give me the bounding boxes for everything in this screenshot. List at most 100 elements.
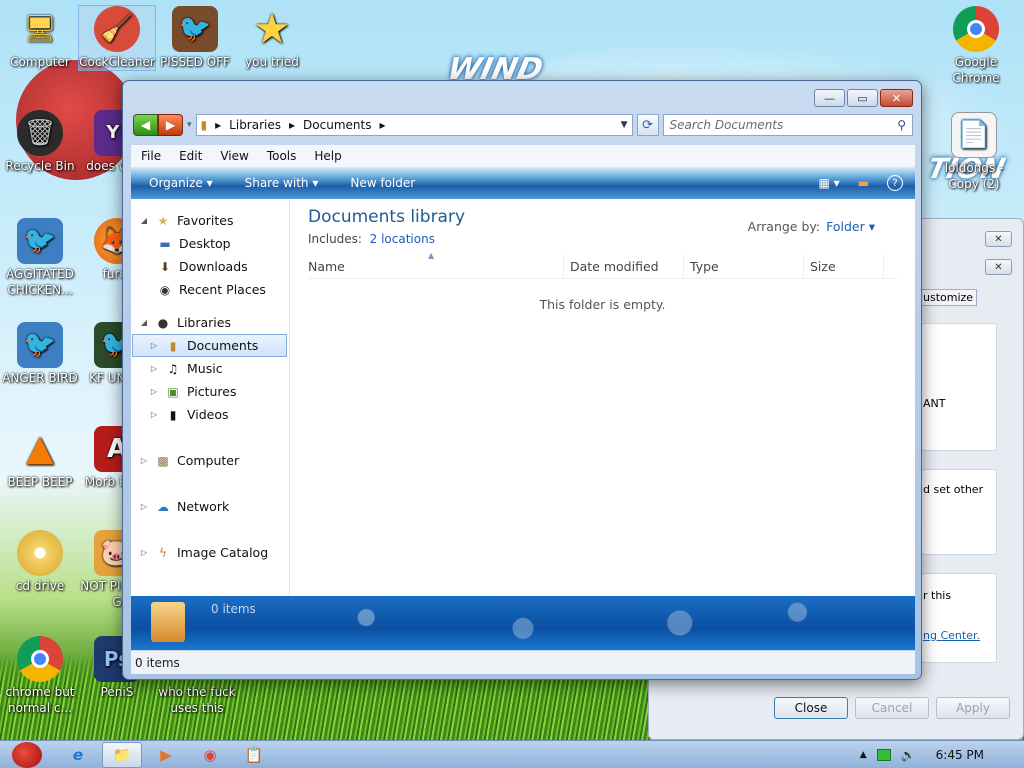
dialog-tab-customize[interactable]: ustomize bbox=[919, 289, 978, 306]
nav-recent-places[interactable]: ◉ Recent Places bbox=[131, 278, 289, 301]
taskbar-ie-button[interactable]: e bbox=[58, 742, 98, 768]
arrange-by: Arrange by: Folder ▾ bbox=[748, 219, 875, 234]
address-separator-icon[interactable]: ▸ bbox=[379, 118, 385, 132]
menu-file[interactable]: File bbox=[141, 149, 161, 163]
new-folder-button[interactable]: New folder bbox=[350, 176, 415, 190]
desktop-icon: ▬ bbox=[159, 236, 171, 251]
nav-downloads[interactable]: ⬇ Downloads bbox=[131, 255, 289, 278]
maximize-button[interactable]: ▭ bbox=[847, 89, 878, 107]
dialog-cancel-button[interactable]: Cancel bbox=[855, 697, 929, 719]
desktop-icon-google-chrome[interactable]: Google Chrome bbox=[938, 6, 1014, 86]
nav-libraries[interactable]: ◢ ● Libraries bbox=[131, 311, 289, 334]
library-icon: ▮ bbox=[200, 118, 208, 132]
show-hidden-icons-chevron-icon[interactable]: ▲ bbox=[860, 750, 867, 760]
arrange-dropdown[interactable]: Folder ▾ bbox=[826, 219, 875, 234]
computer-icon: ▩ bbox=[157, 453, 169, 468]
angry-bird-seasons-icon: 🐦 bbox=[172, 6, 218, 52]
organize-button[interactable]: Organize ▾ bbox=[149, 176, 213, 190]
collapse-arrow-icon[interactable]: ◢ bbox=[139, 318, 149, 327]
forward-button[interactable]: ▶ bbox=[158, 114, 183, 136]
nav-documents[interactable]: ▷ ▮ Documents bbox=[132, 334, 287, 357]
desktop-icon-cd-drive[interactable]: cd drive bbox=[2, 530, 78, 594]
clock[interactable]: 6:45 PM bbox=[936, 748, 984, 762]
taskbar-app-button[interactable]: 📋 bbox=[234, 742, 274, 768]
expand-arrow-icon[interactable]: ▷ bbox=[139, 502, 149, 511]
column-size[interactable]: Size bbox=[804, 255, 884, 278]
pictures-icon: ▣ bbox=[167, 384, 179, 399]
expand-arrow-icon[interactable]: ▷ bbox=[149, 387, 159, 396]
share-with-button[interactable]: Share with ▾ bbox=[245, 176, 319, 190]
nav-music[interactable]: ▷ ♫ Music bbox=[131, 357, 289, 380]
back-button[interactable]: ◀ bbox=[133, 114, 158, 136]
desktop-icon-anger-bird[interactable]: 🐦 ANGER BIRD bbox=[2, 322, 78, 386]
desktop-icon-label: who the fuck uses this bbox=[158, 685, 236, 715]
nav-network[interactable]: ▷ ☁ Network bbox=[131, 495, 289, 518]
menu-tools[interactable]: Tools bbox=[267, 149, 297, 163]
music-icon: ♫ bbox=[167, 361, 179, 376]
dialog-apply-button[interactable]: Apply bbox=[936, 697, 1010, 719]
expand-arrow-icon[interactable]: ▷ bbox=[149, 410, 159, 419]
desktop-icon-pissed-off[interactable]: 🐦 PISSED OFF bbox=[157, 6, 233, 70]
refresh-button[interactable]: ⟳ bbox=[636, 114, 659, 136]
expand-arrow-icon[interactable]: ▷ bbox=[139, 456, 149, 465]
taskbar-explorer-button[interactable]: 📁 bbox=[102, 741, 142, 768]
volume-icon[interactable]: 🔊 bbox=[901, 748, 916, 762]
libraries-icon: ● bbox=[157, 315, 169, 330]
collapse-arrow-icon[interactable]: ◢ bbox=[139, 216, 149, 225]
search-input[interactable]: Search Documents ⚲ bbox=[662, 114, 913, 136]
navigation-row: ◀ ▶ ▾ ▮ ▸ Libraries ▸ Documents ▸ ▼ ⟳ Se… bbox=[133, 112, 913, 138]
nav-image-catalog[interactable]: ▷ ϟ Image Catalog bbox=[131, 541, 289, 564]
nav-favorites[interactable]: ◢ ★ Favorites bbox=[131, 209, 289, 232]
vlc-cone-icon: ▲ bbox=[26, 428, 54, 469]
dialog-close-button[interactable]: Close bbox=[774, 697, 848, 719]
menu-view[interactable]: View bbox=[220, 149, 248, 163]
nav-computer[interactable]: ▷ ▩ Computer bbox=[131, 449, 289, 472]
desktop-icon-label: ANGER BIRD bbox=[2, 371, 78, 385]
menu-help[interactable]: Help bbox=[314, 149, 341, 163]
address-dropdown-icon[interactable]: ▼ bbox=[621, 120, 628, 130]
expand-arrow-icon[interactable]: ▷ bbox=[149, 341, 159, 350]
view-options-icon[interactable]: ▦ ▾ bbox=[818, 176, 839, 190]
library-includes: Includes: 2 locations bbox=[308, 232, 435, 246]
breadcrumb-libraries[interactable]: Libraries bbox=[229, 118, 281, 132]
preview-pane-icon[interactable]: ▬ bbox=[858, 176, 869, 190]
dialog-link-center[interactable]: ng Center. bbox=[923, 629, 980, 642]
taskbar-chrome-button[interactable]: ◉ bbox=[190, 742, 230, 768]
address-bar[interactable]: ▮ ▸ Libraries ▸ Documents ▸ ▼ bbox=[195, 114, 633, 136]
expand-arrow-icon[interactable]: ▷ bbox=[149, 364, 159, 373]
favorites-star-icon: ★ bbox=[157, 213, 169, 228]
chrome-icon bbox=[953, 6, 999, 52]
start-button[interactable] bbox=[0, 741, 54, 768]
battery-icon[interactable] bbox=[876, 748, 891, 761]
nav-desktop[interactable]: ▬ Desktop bbox=[131, 232, 289, 255]
breadcrumb-documents[interactable]: Documents bbox=[303, 118, 371, 132]
desktop-icon-recycle-bin[interactable]: 🗑 Recycle Bin bbox=[2, 110, 78, 174]
column-date-modified[interactable]: Date modified bbox=[564, 255, 684, 278]
address-separator-icon[interactable]: ▸ bbox=[215, 118, 221, 132]
locations-link[interactable]: 2 locations bbox=[370, 232, 435, 246]
taskbar-media-player-button[interactable]: ▶ bbox=[146, 742, 186, 768]
recent-pages-chevron-icon[interactable]: ▾ bbox=[187, 120, 192, 130]
desktop-icon-chrome-but-normal[interactable]: chrome but normal c... bbox=[2, 636, 78, 716]
column-name[interactable]: Name ▲ bbox=[308, 251, 564, 278]
desktop-icon-you-tried[interactable]: ★ you tried bbox=[234, 6, 310, 70]
menu-edit[interactable]: Edit bbox=[179, 149, 202, 163]
desktop-icon-computer[interactable]: 🖥 Computer bbox=[2, 6, 78, 70]
computer-icon: 🖥 bbox=[23, 14, 57, 44]
desktop-icon-agitated-chicken[interactable]: 🐦 AGGITATED CHICKEN... bbox=[2, 218, 78, 298]
desktop-icon-beep-beep[interactable]: ▲ BEEP BEEP bbox=[2, 426, 78, 490]
address-separator-icon[interactable]: ▸ bbox=[289, 118, 295, 132]
desktop-icon-loldongs[interactable]: 📄 loldongs - Copy (2) bbox=[936, 112, 1012, 192]
minimize-button[interactable]: — bbox=[814, 89, 845, 107]
close-button[interactable]: ✕ bbox=[880, 89, 913, 107]
expand-arrow-icon[interactable]: ▷ bbox=[139, 548, 149, 557]
dialog-close-inner-icon[interactable]: ✕ bbox=[985, 259, 1012, 275]
help-button[interactable]: ? bbox=[887, 175, 903, 191]
status-item-count: 0 items bbox=[135, 655, 180, 670]
column-type[interactable]: Type bbox=[684, 255, 804, 278]
nav-pictures[interactable]: ▷ ▣ Pictures bbox=[131, 380, 289, 403]
desktop-icon-cockcleaner[interactable]: 🧹 CockCleaner bbox=[78, 5, 156, 71]
nav-videos[interactable]: ▷ ▮ Videos bbox=[131, 403, 289, 426]
dialog-close-outer-icon[interactable]: ✕ bbox=[985, 231, 1012, 247]
search-icon[interactable]: ⚲ bbox=[897, 118, 906, 132]
